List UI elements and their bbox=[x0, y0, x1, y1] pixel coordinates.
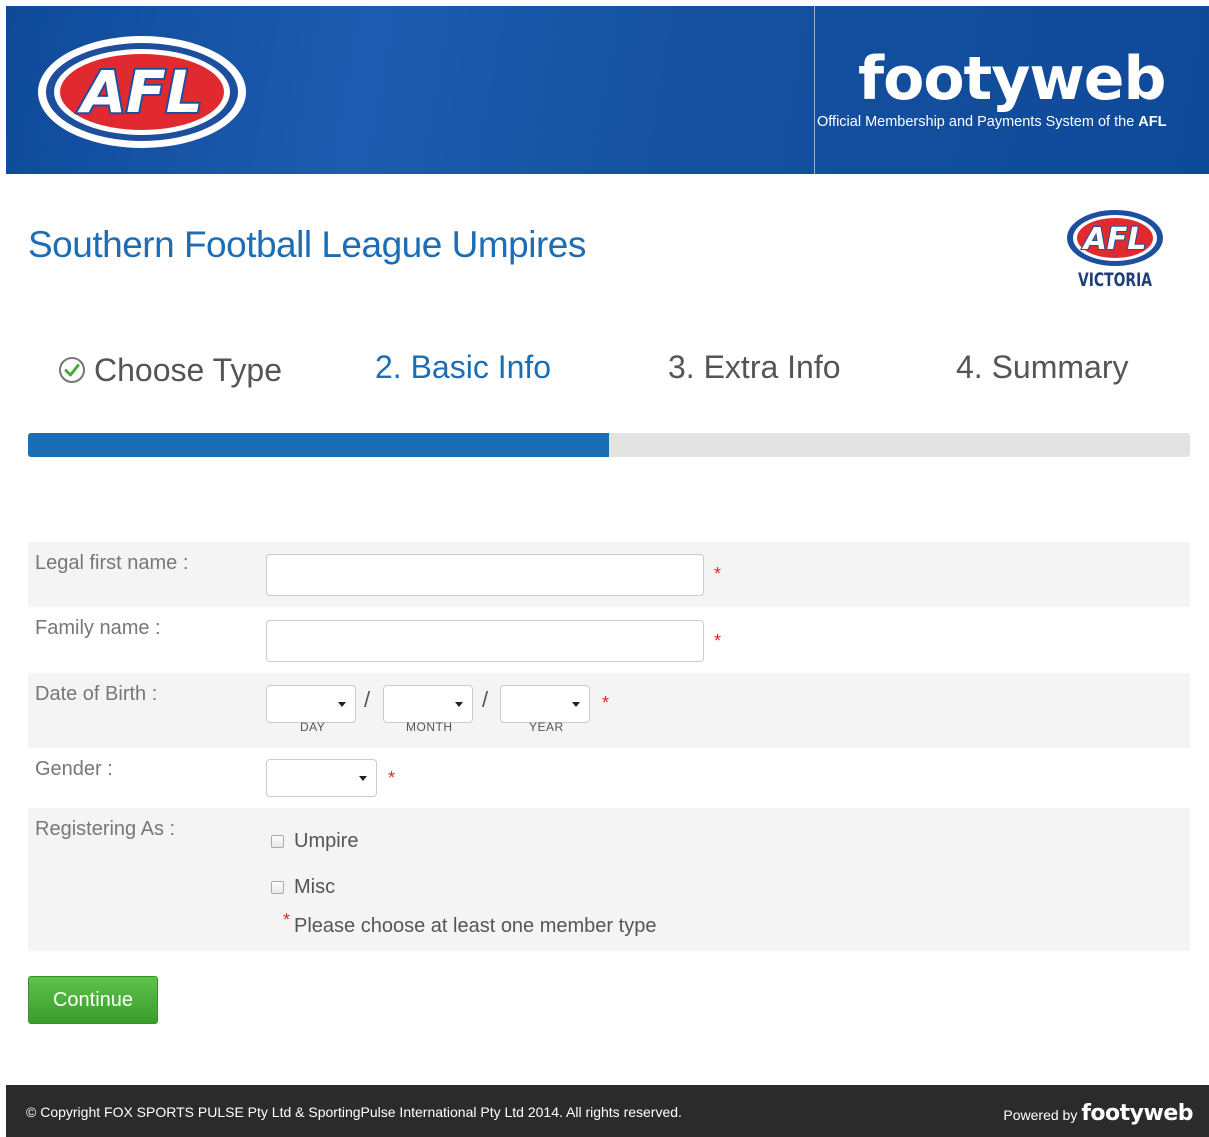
member-type-hint: * Please choose at least one member type bbox=[283, 910, 657, 938]
dob-year-label: YEAR bbox=[529, 720, 564, 734]
dob-year-select[interactable] bbox=[500, 685, 590, 723]
header-banner: AFL footyweb Official Membership and Pay… bbox=[6, 6, 1209, 174]
footyweb-tagline: Official Membership and Payments System … bbox=[817, 114, 1166, 130]
footyweb-brand[interactable]: footyweb bbox=[858, 44, 1166, 114]
afl-logo[interactable]: AFL bbox=[36, 34, 248, 150]
first-name-label: Legal first name : bbox=[35, 552, 189, 574]
dob-separator: / bbox=[482, 687, 489, 712]
continue-button[interactable]: Continue bbox=[28, 976, 158, 1024]
progress-bar bbox=[28, 433, 1190, 457]
copyright-text: © Copyright FOX SPORTS PULSE Pty Ltd & S… bbox=[26, 1104, 682, 1120]
dob-day-select[interactable] bbox=[266, 685, 356, 723]
step-choose-type[interactable]: Choose Type bbox=[58, 352, 282, 389]
step-label: Choose Type bbox=[94, 352, 282, 388]
dob-row: Date of Birth : / / * DAY MONTH YEAR bbox=[28, 673, 1190, 748]
family-name-label: Family name : bbox=[35, 617, 161, 639]
registering-label: Registering As : bbox=[35, 818, 176, 840]
dob-month-select[interactable] bbox=[383, 685, 473, 723]
required-marker: * bbox=[283, 910, 291, 930]
dob-separator: / bbox=[364, 687, 371, 712]
footyweb-footer-brand: footyweb bbox=[1081, 1101, 1193, 1126]
banner-divider bbox=[814, 6, 815, 174]
first-name-input[interactable] bbox=[266, 554, 704, 596]
caret-down-icon bbox=[455, 702, 463, 707]
afl-logo-text: AFL bbox=[77, 58, 202, 126]
progress-fill bbox=[28, 433, 609, 457]
page-title: Southern Football League Umpires bbox=[28, 224, 586, 265]
tagline-bold: AFL bbox=[1138, 114, 1167, 130]
dob-month-label: MONTH bbox=[406, 720, 453, 734]
gender-select[interactable] bbox=[266, 759, 377, 797]
member-type-hint-text: Please choose at least one member type bbox=[294, 915, 657, 937]
gender-label: Gender : bbox=[35, 758, 113, 780]
powered-by[interactable]: Powered by footyweb bbox=[1003, 1101, 1193, 1126]
misc-checkbox[interactable] bbox=[271, 881, 284, 894]
caret-down-icon bbox=[359, 776, 367, 781]
dob-label: Date of Birth : bbox=[35, 683, 158, 705]
gender-row: Gender : * bbox=[28, 748, 1190, 808]
family-name-row: Family name : * bbox=[28, 607, 1190, 673]
footer: © Copyright FOX SPORTS PULSE Pty Ltd & S… bbox=[6, 1085, 1209, 1137]
vic-logo-sub: VICTORIA bbox=[1078, 269, 1152, 291]
registering-row: Registering As : Umpire Misc * Please cho… bbox=[28, 808, 1190, 951]
afl-victoria-logo: AFL VICTORIA bbox=[1067, 210, 1163, 291]
caret-down-icon bbox=[572, 702, 580, 707]
required-marker: * bbox=[714, 564, 722, 584]
check-circle-icon bbox=[59, 356, 85, 383]
vic-logo-main: AFL bbox=[1082, 222, 1147, 257]
required-marker: * bbox=[714, 631, 722, 651]
dob-day-label: DAY bbox=[300, 720, 326, 734]
family-name-input[interactable] bbox=[266, 620, 704, 662]
caret-down-icon bbox=[338, 702, 346, 707]
tagline-text: Official Membership and Payments System … bbox=[817, 114, 1139, 130]
first-name-row: Legal first name : * bbox=[28, 542, 1190, 607]
step-extra-info: 3. Extra Info bbox=[668, 349, 841, 385]
required-marker: * bbox=[602, 693, 610, 713]
powered-by-text: Powered by bbox=[1003, 1107, 1078, 1123]
step-basic-info: 2. Basic Info bbox=[375, 349, 552, 385]
required-marker: * bbox=[388, 768, 396, 788]
misc-option-label[interactable]: Misc bbox=[294, 876, 335, 899]
step-summary: 4. Summary bbox=[956, 349, 1129, 385]
umpire-checkbox[interactable] bbox=[271, 835, 284, 848]
umpire-option-label[interactable]: Umpire bbox=[294, 830, 358, 853]
